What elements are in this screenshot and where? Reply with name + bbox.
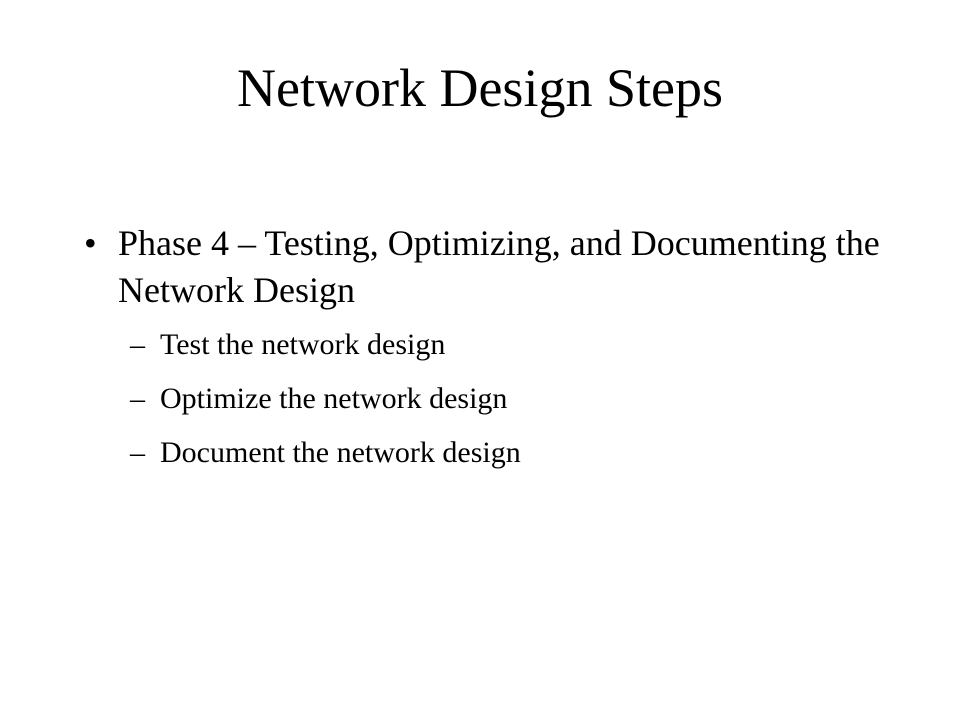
sub-bullet-marker: –	[130, 328, 145, 361]
sub-bullet-list: – Test the network design – Optimize the…	[130, 327, 884, 470]
slide: Network Design Steps • Phase 4 – Testing…	[0, 0, 960, 720]
bullet-text: Phase 4 – Testing, Optimizing, and Docum…	[118, 223, 880, 310]
sub-bullet-item: – Test the network design	[130, 327, 884, 362]
bullet-item: • Phase 4 – Testing, Optimizing, and Doc…	[84, 220, 884, 314]
sub-bullet-text: Test the network design	[160, 328, 446, 361]
sub-bullet-text: Optimize the network design	[160, 382, 508, 415]
sub-bullet-item: – Document the network design	[130, 435, 884, 470]
slide-title: Network Design Steps	[237, 58, 723, 118]
sub-bullet-text: Document the network design	[160, 436, 521, 469]
sub-bullet-item: – Optimize the network design	[130, 381, 884, 416]
sub-bullet-marker: –	[130, 436, 145, 469]
bullet-marker: •	[84, 223, 97, 263]
bullet-list: • Phase 4 – Testing, Optimizing, and Doc…	[84, 220, 884, 489]
sub-bullet-marker: –	[130, 382, 145, 415]
